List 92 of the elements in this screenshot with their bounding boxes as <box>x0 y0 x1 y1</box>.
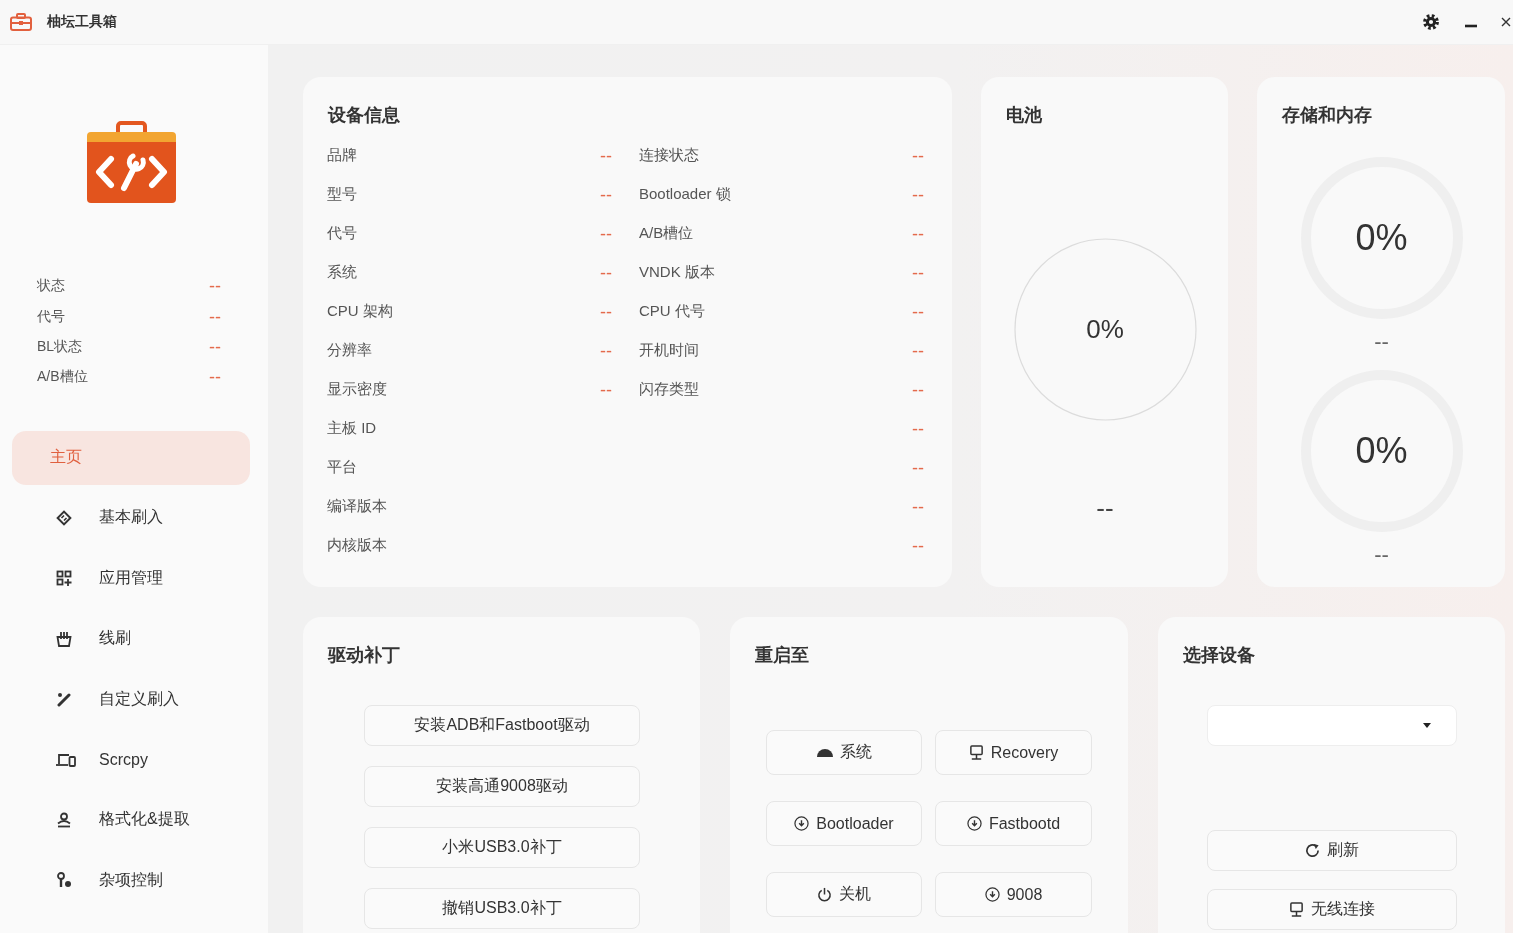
reboot-button[interactable]: 9008 <box>935 872 1092 917</box>
nav-item[interactable]: 自定义刷入 <box>12 672 250 727</box>
status-label: 代号 <box>37 307 65 326</box>
gauge-reading: 0% <box>1086 314 1124 345</box>
field-value: -- <box>912 145 924 166</box>
settings-icon[interactable] <box>1423 14 1439 30</box>
reboot-button[interactable]: 关机 <box>766 872 922 917</box>
status-value: -- <box>209 336 221 357</box>
status-value: -- <box>209 306 221 327</box>
field-value: -- <box>912 262 924 283</box>
reboot-button[interactable]: 系统 <box>766 730 922 775</box>
field-value: -- <box>912 301 924 322</box>
field-value: -- <box>600 184 612 205</box>
field-label: VNDK 版本 <box>639 263 715 282</box>
reboot-button[interactable]: Bootloader <box>766 801 922 846</box>
gauge-reading: 0% <box>1355 217 1408 259</box>
driver-button[interactable]: 安装高通9008驱动 <box>364 766 640 807</box>
field-value: -- <box>600 145 612 166</box>
nav-item[interactable]: Scrcpy <box>12 732 250 787</box>
person-icon <box>56 811 72 828</box>
status-label: BL状态 <box>37 337 83 356</box>
field-value: -- <box>912 184 924 205</box>
field-label: Bootloader 锁 <box>639 185 731 204</box>
field-value: -- <box>912 457 924 478</box>
monitor-icon <box>1289 902 1304 917</box>
reboot-button[interactable]: Recovery <box>935 730 1092 775</box>
tool-icon <box>56 872 72 889</box>
field-label: 显示密度 <box>327 380 387 399</box>
field-label: 分辨率 <box>327 341 372 360</box>
driver-button[interactable]: 撤销USB3.0补丁 <box>364 888 640 929</box>
refresh-icon <box>1305 843 1320 858</box>
card-title: 存储和内存 <box>1282 104 1372 127</box>
field-value: -- <box>912 535 924 556</box>
driver-button[interactable]: 小米USB3.0补丁 <box>364 827 640 868</box>
reboot-button[interactable]: Fastbootd <box>935 801 1092 846</box>
nav-item[interactable]: 杂项控制 <box>12 853 250 908</box>
field-value: -- <box>600 379 612 400</box>
battery-detail: -- <box>1096 496 1114 520</box>
window-title: 柚坛工具箱 <box>47 13 117 31</box>
status-label: A/B槽位 <box>37 368 88 387</box>
status-value: -- <box>209 367 221 388</box>
pen-icon <box>56 691 72 708</box>
field-label: 内核版本 <box>327 536 387 555</box>
field-value: -- <box>600 262 612 283</box>
field-label: 编译版本 <box>327 497 387 516</box>
field-label: CPU 代号 <box>639 302 705 321</box>
device-button[interactable]: 无线连接 <box>1207 889 1457 930</box>
device-button[interactable]: 刷新 <box>1207 830 1457 871</box>
field-label: 代号 <box>327 224 357 243</box>
gauge-detail: -- <box>1374 332 1389 352</box>
field-value: -- <box>912 340 924 361</box>
field-value: -- <box>600 301 612 322</box>
nav-item[interactable]: 线刷 <box>12 611 250 666</box>
field-label: 连接状态 <box>639 146 699 165</box>
grid-icon <box>56 570 72 587</box>
nav-item[interactable]: 应用管理 <box>12 551 250 606</box>
field-label: 开机时间 <box>639 341 699 360</box>
card-title: 电池 <box>1006 104 1042 127</box>
field-label: 型号 <box>327 185 357 204</box>
field-value: -- <box>912 496 924 517</box>
field-value: -- <box>600 340 612 361</box>
card-title: 设备信息 <box>328 104 400 127</box>
status-label: 状态 <box>37 277 65 296</box>
field-label: A/B槽位 <box>639 224 694 243</box>
field-label: CPU 架构 <box>327 302 393 321</box>
nav-item[interactable]: 基本刷入 <box>12 490 250 545</box>
status-value: -- <box>209 276 221 297</box>
toolbox-icon <box>10 13 32 31</box>
cup-icon <box>56 630 72 647</box>
field-value: -- <box>912 379 924 400</box>
field-value: -- <box>912 418 924 439</box>
close-icon[interactable] <box>1501 17 1511 27</box>
field-label: 系统 <box>327 263 357 282</box>
devices-icon <box>56 751 76 768</box>
monitor-icon <box>968 745 984 760</box>
nav-item[interactable]: 格式化&提取 <box>12 792 250 847</box>
field-value: -- <box>600 223 612 244</box>
field-label: 闪存类型 <box>639 380 699 399</box>
field-value: -- <box>912 223 924 244</box>
power-icon <box>817 887 832 902</box>
card-title: 驱动补丁 <box>328 644 400 667</box>
gauge-reading: 0% <box>1355 430 1408 472</box>
diamond-icon <box>56 509 72 526</box>
gauge-detail: -- <box>1374 545 1389 565</box>
field-label: 品牌 <box>327 146 357 165</box>
card-title: 重启至 <box>755 644 809 667</box>
driver-button[interactable]: 安装ADB和Fastboot驱动 <box>364 705 640 746</box>
field-label: 主板 ID <box>327 419 377 438</box>
caret-icon <box>1423 723 1431 728</box>
dome-icon <box>816 748 833 757</box>
field-label: 平台 <box>327 458 357 477</box>
card-title: 选择设备 <box>1183 644 1255 667</box>
